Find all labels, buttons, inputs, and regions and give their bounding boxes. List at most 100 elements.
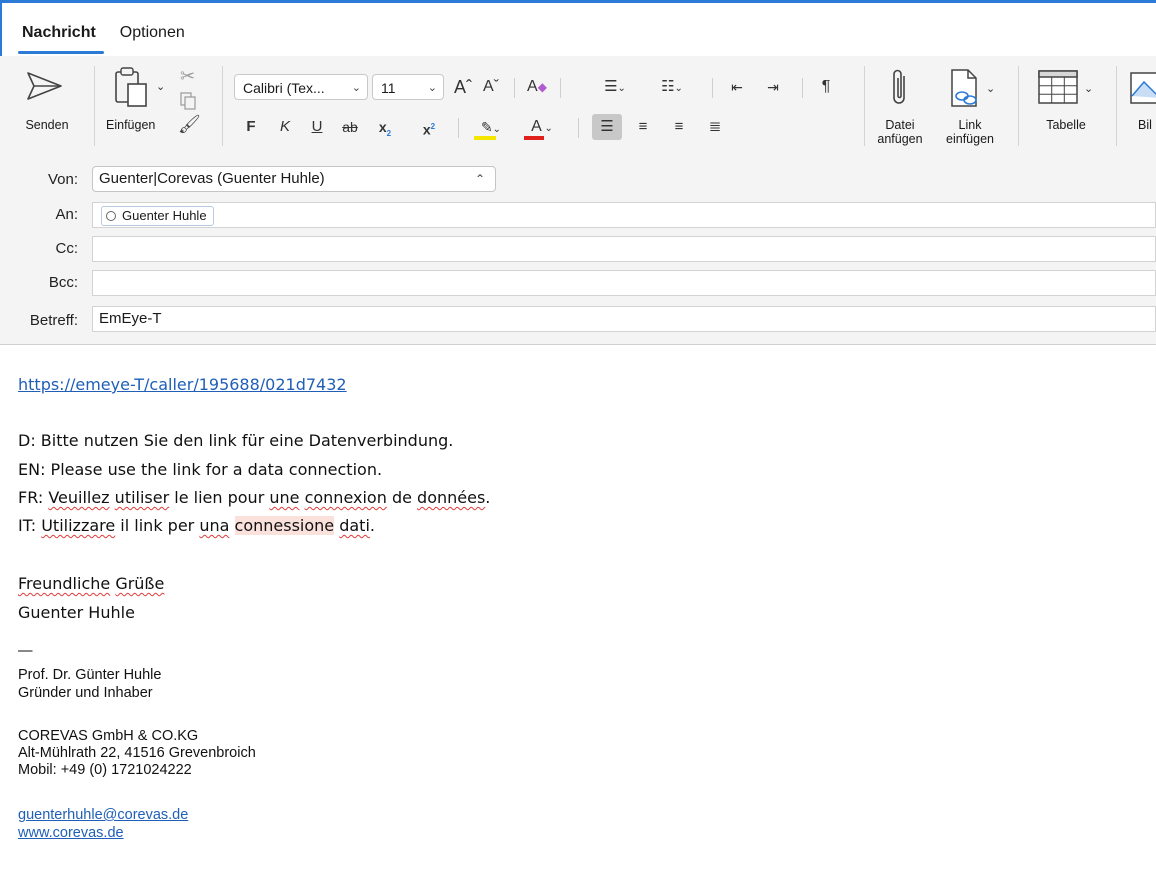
bullet-list-icon[interactable]: ☰⌄ — [598, 74, 632, 100]
greeting: Freundliche Grüße — [18, 574, 164, 593]
from-select[interactable]: Guenter|Corevas (Guenter Huhle) ⌃ — [92, 166, 496, 192]
to-field[interactable]: Guenter Huhle — [92, 202, 1156, 228]
paste-dropdown-chevron-icon[interactable]: ⌄ — [156, 80, 165, 93]
to-label: An: — [55, 206, 78, 223]
text-run: il link per — [115, 516, 200, 535]
signature-address: Alt-Mühlrath 22, 41516 Grevenbroich — [18, 745, 256, 761]
tab-nachricht[interactable]: Nachricht — [10, 12, 108, 56]
increase-indent-icon[interactable]: ⇥ — [760, 74, 786, 100]
justify-icon[interactable]: ≣ — [702, 114, 728, 140]
divider — [514, 78, 515, 98]
grow-font-icon[interactable]: Aˆ — [452, 74, 474, 100]
recipient-name: Guenter Huhle — [122, 208, 207, 223]
align-center-icon[interactable]: ≡ — [630, 114, 656, 140]
misspelled-word[interactable]: utiliser — [115, 488, 170, 507]
misspelled-word[interactable]: Veuillez — [48, 488, 109, 507]
text-run: . — [485, 488, 491, 507]
divider — [712, 78, 713, 98]
ribbon-divider — [222, 66, 223, 146]
font-size-select[interactable]: 11 ⌄ — [372, 74, 444, 100]
subject-field[interactable]: EmEye-T — [92, 306, 1156, 332]
decrease-indent-icon[interactable]: ⇤ — [724, 74, 750, 100]
updown-chevron-icon: ⌃ — [474, 172, 485, 186]
align-right-icon[interactable]: ≡ — [666, 114, 692, 140]
signature-email[interactable]: guenterhuhle@corevas.de — [18, 807, 188, 823]
insert-link-label-1: Link — [958, 118, 982, 132]
recipient-chip[interactable]: Guenter Huhle — [101, 206, 214, 226]
table-button[interactable]: ⌄ Tabelle — [1028, 62, 1108, 150]
format-painter-icon[interactable]: 🖌 — [178, 114, 201, 135]
ribbon-toolbar: Senden ⌄ ✂ Einfügen 🖌 Calibri (Tex... ⌄ … — [0, 56, 1156, 159]
signature-dash: — — [18, 643, 33, 659]
font-name-select[interactable]: Calibri (Tex... ⌄ — [234, 74, 368, 100]
attach-file-label-2: anfügen — [877, 132, 923, 146]
email-link[interactable]: guenterhuhle@corevas.de — [18, 807, 188, 823]
ribbon-divider — [1018, 66, 1019, 146]
link-text[interactable]: https://emeye-T/caller/195688/021d7432 — [18, 375, 347, 394]
fr-prefix: FR: — [18, 488, 49, 507]
highlight-color-button[interactable]: ✎⌄ — [470, 114, 512, 140]
cut-icon[interactable]: ✂ — [180, 66, 195, 87]
misspelled-word[interactable]: Utilizzare — [41, 516, 115, 535]
sender-name: Guenter Huhle — [18, 603, 135, 622]
underline-button[interactable]: U — [308, 114, 326, 140]
divider — [578, 118, 579, 138]
body-link[interactable]: https://emeye-T/caller/195688/021d7432 — [18, 375, 347, 394]
misspelled-word[interactable]: données — [417, 488, 485, 507]
ribbon-divider — [94, 66, 95, 146]
attach-file-button[interactable]: Datei anfügen — [870, 62, 930, 150]
chevron-down-icon: ⌄ — [986, 83, 996, 95]
subscript-button[interactable]: x2 — [374, 114, 396, 140]
text-run — [229, 516, 234, 535]
cc-label: Cc: — [55, 240, 79, 257]
numbered-list-icon[interactable]: ☷⌄ — [650, 74, 694, 100]
paste-label[interactable]: Einfügen — [106, 118, 155, 132]
line-fr: FR: Veuillez utiliser le lien pour une c… — [18, 488, 490, 507]
picture-icon — [1130, 72, 1156, 104]
insert-link-button[interactable]: ⌄ Link einfügen — [934, 62, 1004, 150]
signature-website[interactable]: www.corevas.de — [18, 825, 124, 841]
signature-company: COREVAS GmbH & CO.KG — [18, 728, 199, 744]
misspelled-word[interactable]: Freundliche — [18, 574, 110, 593]
font-color-button[interactable]: A ⌄ — [520, 114, 564, 140]
it-prefix: IT: — [18, 516, 42, 535]
insert-link-label-2: einfügen — [946, 132, 994, 146]
website-link[interactable]: www.corevas.de — [18, 825, 124, 841]
cc-field[interactable] — [92, 236, 1156, 262]
bold-button[interactable]: F — [242, 114, 260, 140]
message-header: Von: Guenter|Corevas (Guenter Huhle) ⌃ A… — [0, 158, 1156, 345]
send-icon — [27, 72, 62, 100]
misspelled-word[interactable]: una — [199, 516, 229, 535]
line-de: D: Bitte nutzen Sie den link für eine Da… — [18, 431, 454, 450]
bcc-field[interactable] — [92, 270, 1156, 296]
misspelled-word[interactable]: dati — [339, 516, 370, 535]
highlighted-word[interactable]: connessione — [234, 516, 335, 535]
superscript-glyph: x — [422, 121, 431, 138]
misspelled-word[interactable]: Grüße — [115, 574, 164, 593]
paste-icon[interactable] — [110, 66, 154, 110]
text-run: le lien pour — [169, 488, 270, 507]
shrink-font-icon[interactable]: Aˇ — [480, 74, 502, 100]
copy-icon[interactable] — [180, 92, 196, 110]
font-size-value: 11 — [381, 80, 396, 96]
send-button[interactable]: Senden — [8, 62, 88, 150]
text-run: . — [369, 516, 375, 535]
message-body[interactable]: https://emeye-T/caller/195688/021d7432 D… — [0, 345, 1156, 869]
divider — [560, 78, 561, 98]
tab-optionen[interactable]: Optionen — [108, 12, 197, 56]
window-top-accent — [0, 0, 1156, 3]
subject-label: Betreff: — [29, 312, 78, 329]
text-run: de — [386, 488, 418, 507]
strikethrough-button[interactable]: ab — [338, 114, 362, 140]
misspelled-word[interactable]: connexion — [305, 488, 387, 507]
clear-formatting-icon[interactable]: A◆ — [522, 74, 552, 100]
misspelled-word[interactable]: une — [269, 488, 299, 507]
superscript-button[interactable]: x2 — [418, 114, 440, 140]
show-formatting-icon[interactable]: ¶ — [816, 74, 836, 100]
picture-label: Bil — [1138, 118, 1152, 132]
highlighter-icon: ✎ — [480, 119, 493, 135]
ribbon-divider — [864, 66, 865, 146]
picture-button[interactable]: Bil — [1124, 62, 1156, 150]
align-left-icon[interactable]: ☰ — [592, 114, 622, 140]
italic-button[interactable]: K — [276, 114, 294, 140]
